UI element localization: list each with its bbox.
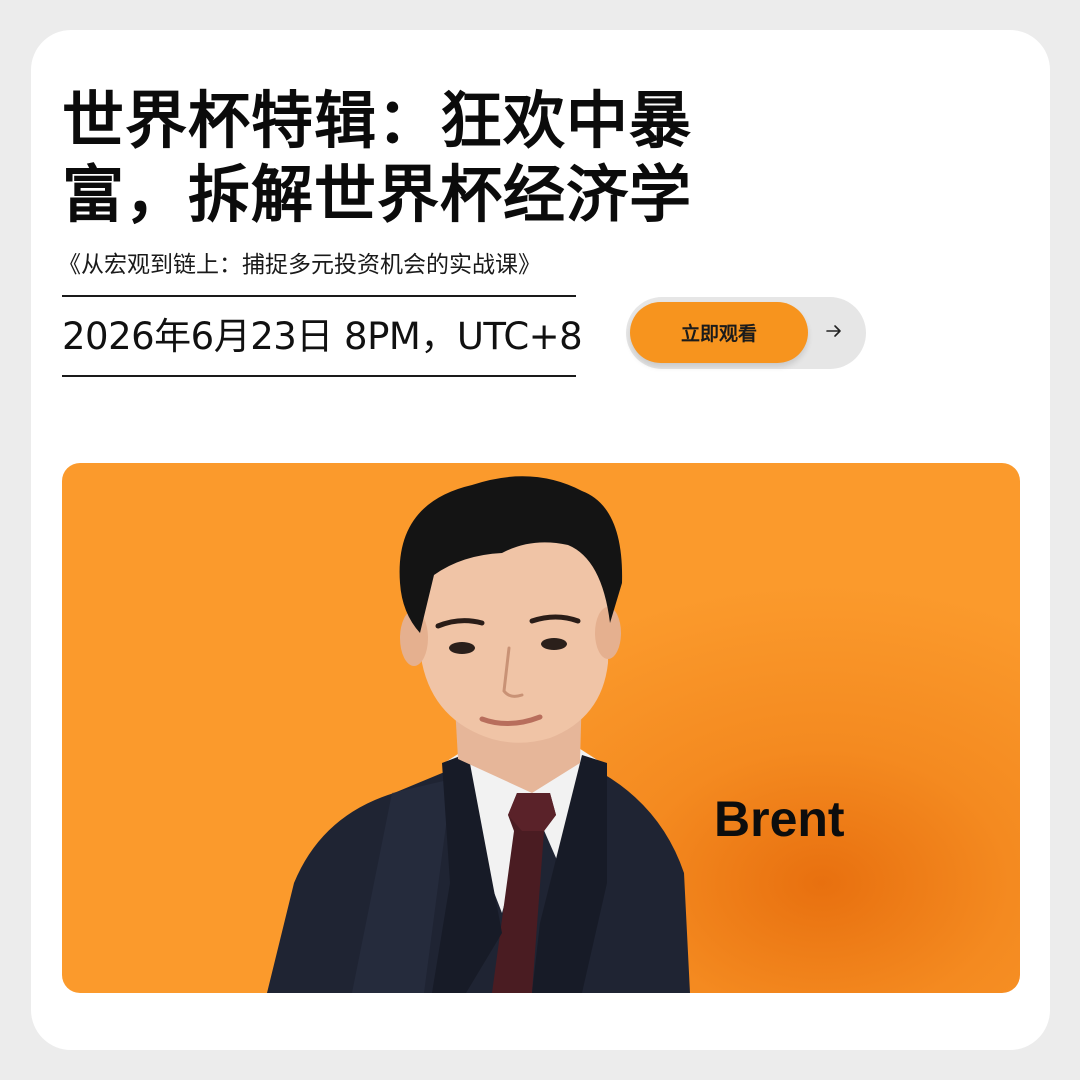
course-subtitle: 《从宏观到链上：捕捉多元投资机会的实战课》 [58,252,541,278]
watch-now-button[interactable]: 立即观看 [630,302,808,363]
event-title: 世界杯特辑：狂欢中暴 富，拆解世界杯经济学 [62,84,742,232]
event-datetime: 2026年6月23日 8PM，UTC+8 [62,315,583,358]
arrow-right-icon[interactable] [824,319,844,343]
event-title-line-1: 世界杯特辑：狂欢中暴 [62,84,693,157]
divider-top [62,295,576,297]
event-title-line-2: 富，拆解世界杯经济学 [62,158,693,231]
watch-now-control[interactable]: 立即观看 [626,297,866,369]
speaker-panel: Brent [62,463,1020,993]
speaker-photo [267,476,690,993]
speaker-name: Brent [714,791,845,847]
divider-bottom [62,375,576,377]
